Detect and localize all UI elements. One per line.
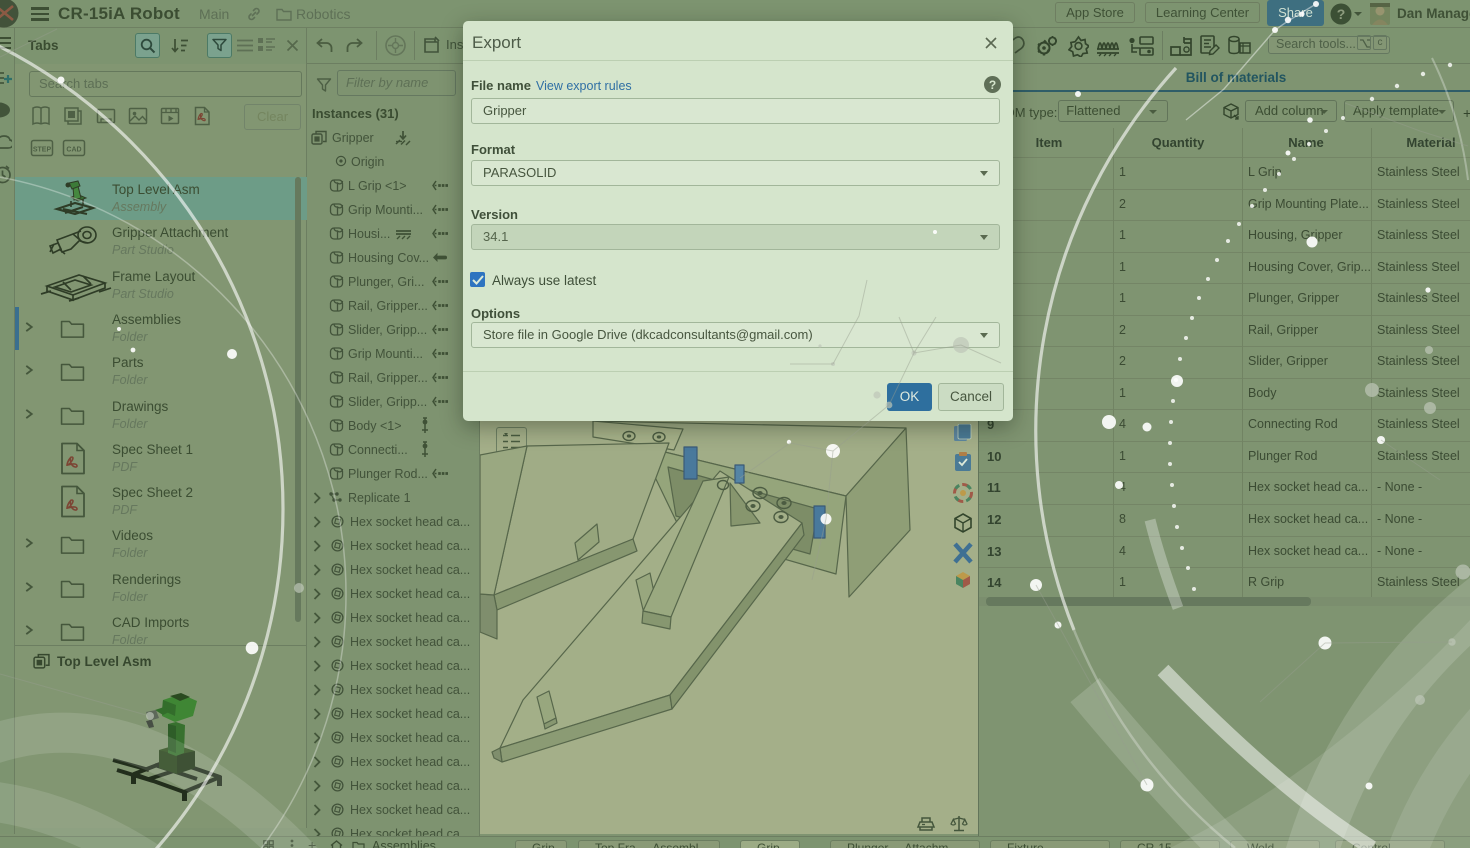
svg-text:STEP: STEP [33,147,52,154]
svg-text:?: ? [1337,6,1346,22]
svg-text:CAD: CAD [66,147,81,154]
svg-text:?: ? [989,78,996,92]
